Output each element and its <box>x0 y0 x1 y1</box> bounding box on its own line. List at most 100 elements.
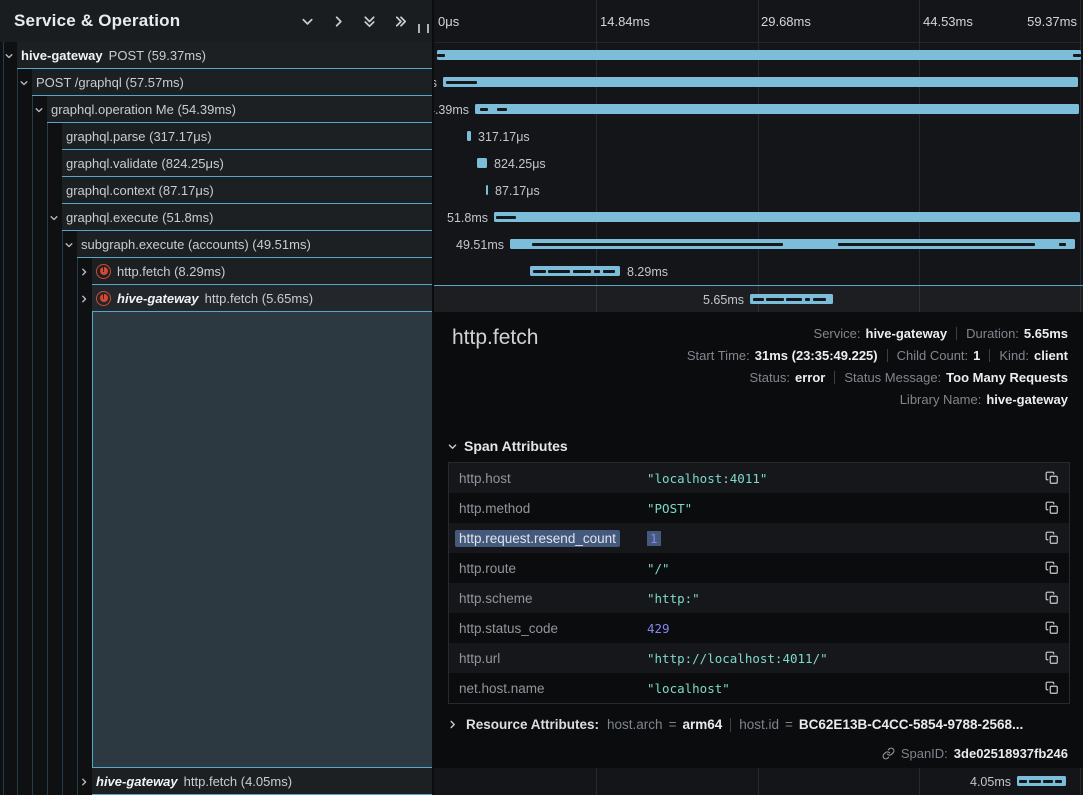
resource-attributes-row[interactable]: Resource Attributes: host.arch=arm64host… <box>447 717 1068 732</box>
span-operation-label: graphql.execute (51.8ms) <box>66 210 213 225</box>
axis-tick-label: 29.68ms <box>761 0 811 42</box>
copy-button[interactable] <box>1039 471 1059 485</box>
tree-row[interactable]: POST /graphql (57.57ms) <box>0 69 432 96</box>
attribute-value: "POST" <box>647 501 1039 516</box>
span-duration-bar[interactable] <box>475 104 1079 114</box>
span-duration-bar[interactable] <box>443 77 1078 87</box>
tree-row-content[interactable]: graphql.validate (824.25μs) <box>62 150 432 177</box>
indent-guide <box>3 768 4 795</box>
detail-meta-line: Start Time:31ms (23:35:49.225)Child Coun… <box>687 344 1068 366</box>
copy-icon <box>1045 651 1059 665</box>
tree-row-content[interactable]: hive-gatewayPOST (59.37ms) <box>17 42 432 69</box>
tree-row-gutter <box>0 177 62 204</box>
timeline-row[interactable]: 5.65ms <box>434 285 1083 314</box>
attribute-row[interactable]: http.scheme"http:" <box>449 583 1069 613</box>
tree-row[interactable]: graphql.context (87.17μs) <box>0 177 432 204</box>
chevron-down-icon[interactable] <box>62 231 76 258</box>
tree-row[interactable]: graphql.parse (317.17μs) <box>0 123 432 150</box>
copy-button[interactable] <box>1039 561 1059 575</box>
indent-guide <box>3 177 4 204</box>
equals-sign: = <box>669 717 677 732</box>
tree-row[interactable]: graphql.operation Me (54.39ms) <box>0 96 432 123</box>
timeline-row[interactable]: 4.05ms <box>434 768 1083 795</box>
tree-row[interactable]: !hive-gatewayhttp.fetch (5.65ms) <box>0 285 432 312</box>
span-duration-bar[interactable] <box>437 50 1081 60</box>
copy-button[interactable] <box>1039 651 1059 665</box>
chevron-right-icon[interactable] <box>77 768 91 795</box>
tree-row[interactable]: subgraph.execute (accounts) (49.51ms) <box>0 231 432 258</box>
attribute-row[interactable]: http.route"/" <box>449 553 1069 583</box>
copy-button[interactable] <box>1039 681 1059 695</box>
span-attributes-header[interactable]: Span Attributes <box>447 438 568 454</box>
indent-guide <box>17 768 18 795</box>
expand-all-button[interactable] <box>392 13 408 29</box>
meta-label: Status: <box>750 370 790 385</box>
timeline-row[interactable]: 824.25μs <box>434 150 1083 177</box>
timeline-row[interactable]: 87.17μs <box>434 177 1083 204</box>
span-duration-label: 4.05ms <box>970 768 1011 795</box>
chevron-down-icon[interactable] <box>47 204 61 231</box>
attribute-key: http.host <box>459 471 647 486</box>
tree-row-content[interactable]: graphql.parse (317.17μs) <box>62 123 432 150</box>
attribute-row[interactable]: http.host"localhost:4011" <box>449 463 1069 493</box>
tree-row-content[interactable]: POST /graphql (57.57ms) <box>32 69 432 96</box>
attribute-row[interactable]: net.host.name"localhost" <box>449 673 1069 703</box>
tree-row-content[interactable]: !http.fetch (8.29ms) <box>92 258 432 285</box>
span-duration-bar[interactable] <box>530 266 620 276</box>
chevron-right-icon[interactable] <box>77 258 91 285</box>
span-duration-bar[interactable] <box>510 239 1075 249</box>
attribute-row[interactable]: http.method"POST" <box>449 493 1069 523</box>
span-duration-bar[interactable] <box>494 212 1080 222</box>
chevron-down-icon[interactable] <box>32 96 46 123</box>
tree-row[interactable]: !http.fetch (8.29ms) <box>0 258 432 285</box>
selected-text: 1 <box>647 531 661 546</box>
tree-row[interactable]: graphql.execute (51.8ms) <box>0 204 432 231</box>
copy-button[interactable] <box>1039 531 1059 545</box>
timeline-row[interactable]: 317.17μs <box>434 123 1083 150</box>
attribute-row[interactable]: http.url"http://localhost:4011/" <box>449 643 1069 673</box>
meta-item: Status:error <box>750 370 826 385</box>
copy-button[interactable] <box>1039 621 1059 635</box>
span-operation-label: http.fetch (4.05ms) <box>184 774 292 789</box>
timeline-row[interactable]: 49.51ms <box>434 231 1083 258</box>
chevron-down-icon <box>300 14 315 29</box>
pane-resize-handle[interactable] <box>418 24 429 33</box>
axis-tick-label: 44.53ms <box>923 0 973 42</box>
resource-value: BC62E13B-C4CC-5854-9788-2568... <box>799 717 1023 732</box>
indent-guide <box>62 258 63 285</box>
tree-row-content[interactable]: graphql.context (87.17μs) <box>62 177 432 204</box>
timeline-row[interactable]: 57.57ms <box>434 69 1083 96</box>
indent-guide <box>17 204 18 231</box>
indent-guide <box>3 96 4 123</box>
chevron-down-icon[interactable] <box>17 69 31 96</box>
tree-row-content[interactable]: graphql.execute (51.8ms) <box>62 204 432 231</box>
span-duration-bar[interactable] <box>467 131 471 141</box>
tree-row[interactable]: graphql.validate (824.25μs) <box>0 150 432 177</box>
tree-row-content[interactable]: hive-gatewayhttp.fetch (4.05ms) <box>92 768 432 795</box>
collapse-one-button[interactable] <box>299 13 315 29</box>
tree-row-content[interactable]: subgraph.execute (accounts) (49.51ms) <box>77 231 432 258</box>
copy-button[interactable] <box>1039 591 1059 605</box>
tree-row-content[interactable]: graphql.operation Me (54.39ms) <box>47 96 432 123</box>
child-span-segment <box>496 216 516 219</box>
tree-row[interactable]: hive-gatewayhttp.fetch (4.05ms) <box>0 768 432 795</box>
timeline-row[interactable]: 8.29ms <box>434 258 1083 285</box>
span-duration-bar[interactable] <box>477 158 487 168</box>
expand-one-button[interactable] <box>330 13 346 29</box>
tree-row-content[interactable]: !hive-gatewayhttp.fetch (5.65ms) <box>92 285 432 312</box>
copy-button[interactable] <box>1039 501 1059 515</box>
timeline-row[interactable] <box>434 42 1083 69</box>
span-duration-bar[interactable] <box>750 294 833 304</box>
link-icon[interactable] <box>882 747 895 760</box>
chevron-down-icon[interactable] <box>2 42 16 69</box>
attribute-row[interactable]: http.request.resend_count1 <box>449 523 1069 553</box>
tree-row[interactable]: hive-gatewayPOST (59.37ms) <box>0 42 432 69</box>
timeline-row[interactable]: 54.39ms <box>434 96 1083 123</box>
chevron-right-icon[interactable] <box>77 285 91 312</box>
span-duration-bar[interactable] <box>486 185 488 195</box>
attribute-value: "localhost:4011" <box>647 471 1039 486</box>
attribute-row[interactable]: http.status_code429 <box>449 613 1069 643</box>
span-duration-bar[interactable] <box>1017 776 1066 786</box>
collapse-all-button[interactable] <box>361 13 377 29</box>
timeline-row[interactable]: 51.8ms <box>434 204 1083 231</box>
